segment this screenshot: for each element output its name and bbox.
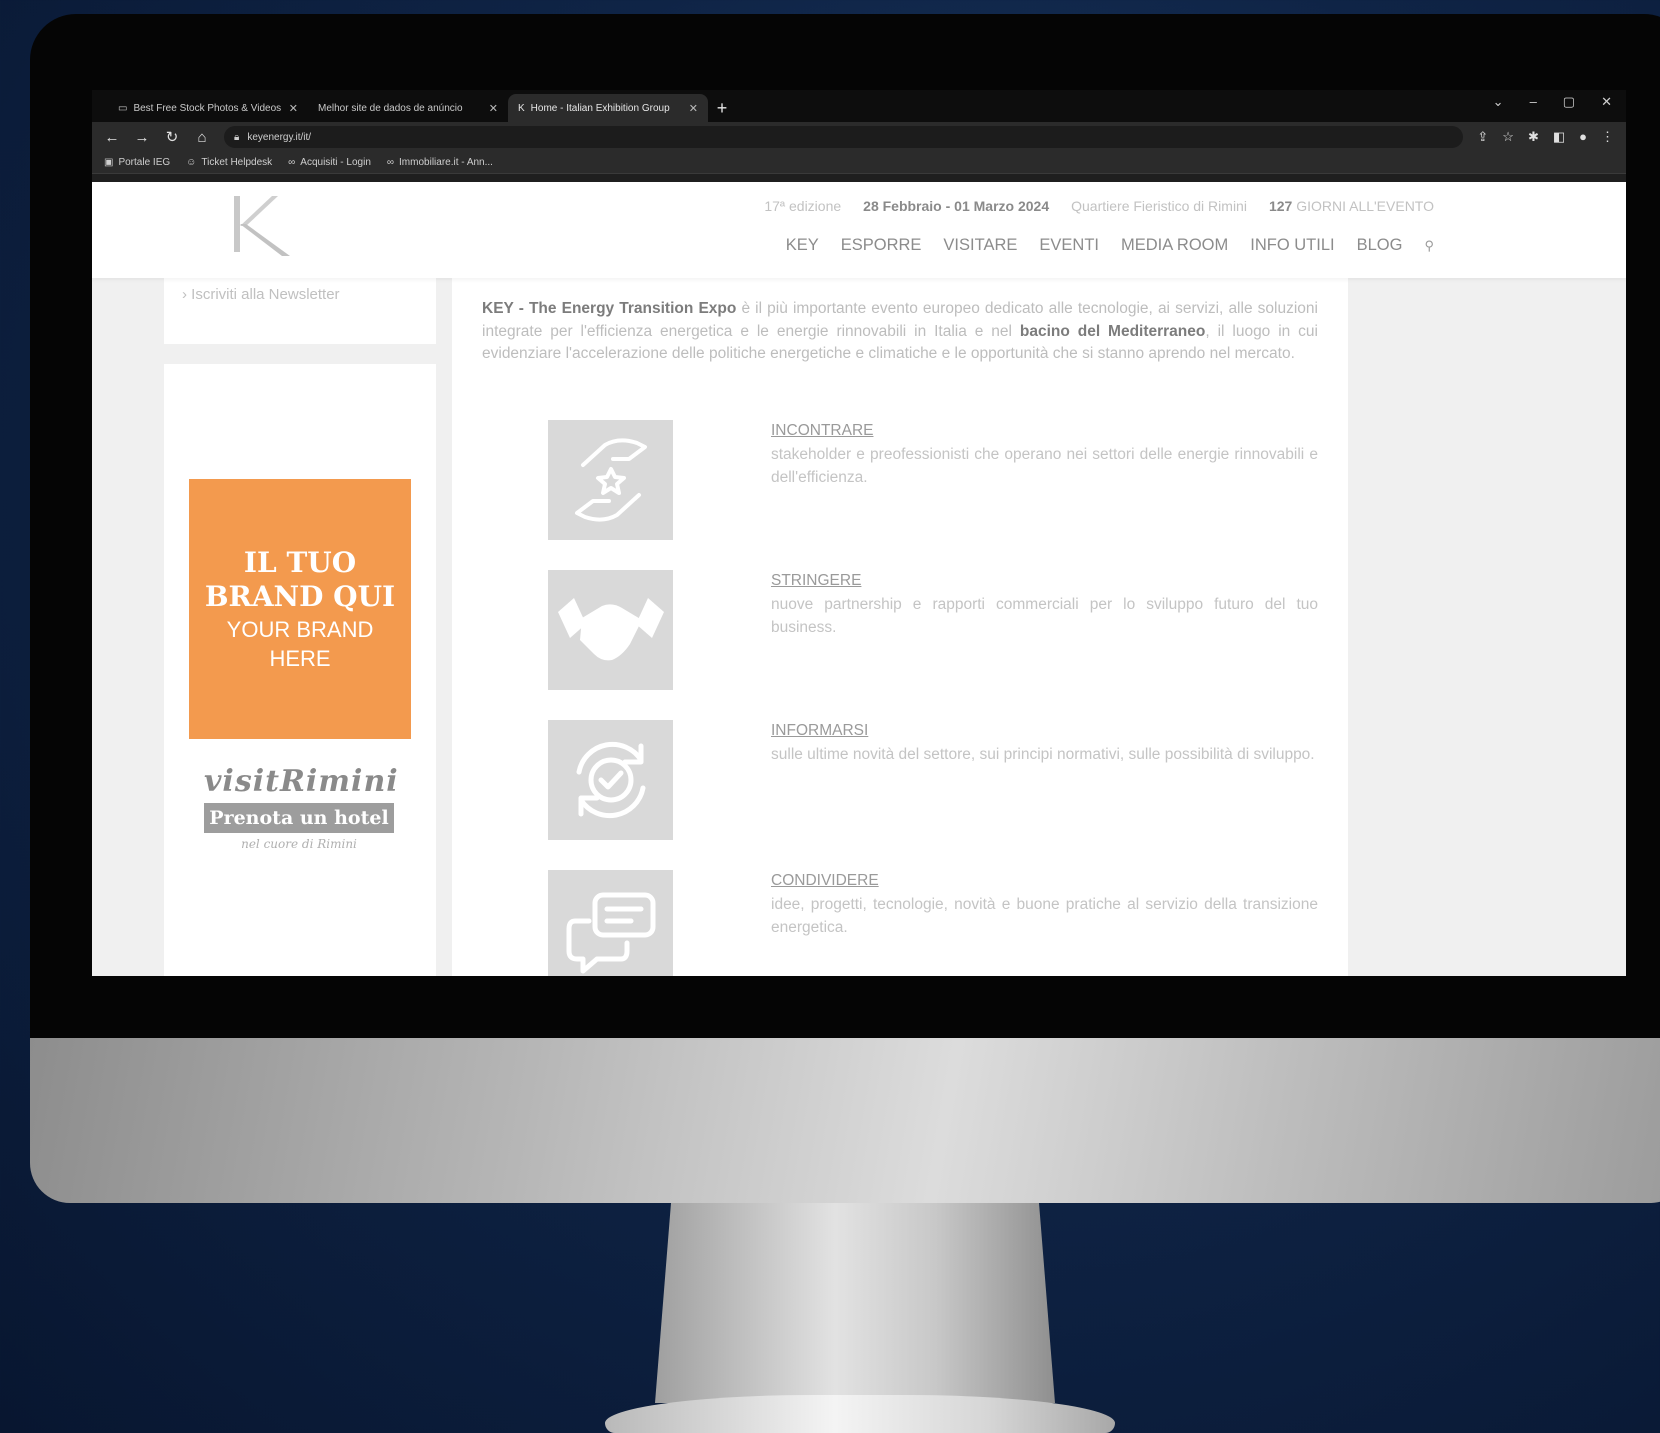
profile-icon[interactable]: ● [1579,129,1587,145]
event-info: 17ª edizione 28 Febbraio - 01 Marzo 2024… [764,198,1434,214]
browser-window: ▭ Best Free Stock Photos & Videos ✕ Melh… [92,90,1626,976]
event-venue: Quartiere Fieristico di Rimini [1071,198,1247,214]
refresh-check-icon [548,720,673,840]
key-logo-icon [234,196,290,256]
tab-bar: ▭ Best Free Stock Photos & Videos ✕ Melh… [92,90,1626,122]
lock-icon: 🔒︎ [234,131,240,143]
feature-incontrare: INCONTRARE stakeholder e preofessionisti… [482,420,1318,540]
window-controls: ⌄ – ▢ ✕ [1493,94,1612,110]
chat-bubbles-icon [548,870,673,976]
site-header: 17ª edizione 28 Febbraio - 01 Marzo 2024… [92,182,1626,278]
sidepanel-icon[interactable]: ◧ [1553,129,1565,145]
nav-media-room[interactable]: MEDIA ROOM [1121,236,1228,255]
monitor-stand [655,1203,1055,1403]
sidebar-newsletter: › Iscriviti alla Newsletter [164,278,436,344]
nav-blog[interactable]: BLOG [1357,236,1403,255]
visit-rimini-banner[interactable]: visitRimini Prenota un hotel nel cuore d… [204,764,399,851]
hands-star-icon [548,420,673,540]
book-hotel-button[interactable]: Prenota un hotel [204,803,394,833]
link-icon: ∞ [386,157,395,168]
feature-desc: sulle ultime novità del settore, sui pri… [771,746,1315,763]
tab-search-icon[interactable]: ⌄ [1493,94,1504,110]
forward-icon[interactable]: → [134,129,150,146]
link-icon: ∞ [288,157,296,168]
user-icon: ☺ [186,157,197,168]
monitor-stand-base [605,1395,1115,1433]
tab-pexels[interactable]: ▭ Best Free Stock Photos & Videos ✕ [108,94,308,122]
feature-desc: idee, progetti, tecnologie, novità e buo… [771,896,1318,936]
close-window-icon[interactable]: ✕ [1601,94,1612,110]
main-nav: KEY ESPORRE VISITARE EVENTI MEDIA ROOM I… [786,236,1434,255]
feature-stringere: STRINGERE nuove partnership e rapporti c… [482,570,1318,690]
feature-title[interactable]: CONDIVIDERE [771,872,879,890]
sidebar-ads: IL TUO BRAND QUI YOUR BRAND HERE visitRi… [164,364,436,976]
close-icon[interactable]: ✕ [689,102,698,115]
bookmark-acquisiti[interactable]: ∞ Acquisiti - Login [288,157,371,168]
address-bar[interactable]: 🔒︎ keyenergy.it/it/ [224,126,1464,148]
key-logo-icon: K [518,102,525,114]
edition: 17ª edizione [764,198,842,214]
visit-rimini-logo: visitRimini [204,764,399,799]
nav-visitare[interactable]: VISITARE [943,236,1017,255]
feature-informarsi: INFORMARSI sulle ultime novità del setto… [482,720,1318,840]
nav-esporre[interactable]: ESPORRE [841,236,922,255]
feature-title[interactable]: STRINGERE [771,572,861,590]
feature-title[interactable]: INFORMARSI [771,722,868,740]
close-icon[interactable]: ✕ [289,102,298,115]
feature-title[interactable]: INCONTRARE [771,422,873,440]
bookmark-immobiliare[interactable]: ∞ Immobiliare.it - Ann... [387,157,493,168]
page-viewport: 17ª edizione 28 Febbraio - 01 Marzo 2024… [92,182,1626,976]
minimize-icon[interactable]: – [1530,94,1537,110]
key-logo[interactable] [232,194,296,258]
main-content: KEY - The Energy Transition Expo è il pi… [452,278,1348,976]
search-icon[interactable]: ⚲ [1424,238,1434,254]
pexels-icon: ▭ [118,102,128,114]
tab-melhor[interactable]: Melhor site de dados de anúncio ✕ [308,94,508,122]
handshake-icon [548,570,673,690]
bookmark-ticket-helpdesk[interactable]: ☺ Ticket Helpdesk [186,157,272,168]
nav-key[interactable]: KEY [786,236,819,255]
reload-icon[interactable]: ↻ [164,128,180,146]
menu-icon[interactable]: ⋮ [1601,129,1614,145]
toolbar-actions: ⇪ ☆ ✱ ◧ ● ⋮ [1477,129,1614,145]
monitor-chin [30,1038,1660,1203]
newsletter-link[interactable]: › Iscriviti alla Newsletter [182,286,340,303]
brand-ad-banner[interactable]: IL TUO BRAND QUI YOUR BRAND HERE [189,479,411,739]
share-icon[interactable]: ⇪ [1477,129,1488,145]
visit-rimini-tagline: nel cuore di Rimini [241,837,357,851]
new-tab-button[interactable]: + [708,94,736,122]
intro-paragraph: KEY - The Energy Transition Expo è il pi… [482,300,1318,362]
close-icon[interactable]: ✕ [489,102,498,115]
nav-eventi[interactable]: EVENTI [1039,236,1099,255]
feature-condividere: CONDIVIDERE idee, progetti, tecnologie, … [482,870,1318,976]
maximize-icon[interactable]: ▢ [1563,94,1575,110]
event-dates: 28 Febbraio - 01 Marzo 2024 [863,198,1050,214]
extensions-icon[interactable]: ✱ [1528,129,1539,145]
bookmark-portale-ieg[interactable]: ▣ Portale IEG [104,157,170,168]
browser-toolbar: ← → ↻ ⌂ 🔒︎ keyenergy.it/it/ ⇪ ☆ ✱ ◧ ● ⋮ [92,122,1626,152]
star-icon[interactable]: ☆ [1502,129,1514,145]
bookmark-icon: ▣ [104,157,114,168]
home-icon[interactable]: ⌂ [194,129,210,146]
countdown: 127 GIORNI ALL'EVENTO [1268,198,1434,214]
url-text: keyenergy.it/it/ [247,131,312,143]
feature-desc: stakeholder e preofessionisti che operan… [771,446,1318,486]
back-icon[interactable]: ← [104,129,120,146]
bookmarks-bar: ▣ Portale IEG ☺ Ticket Helpdesk ∞ Acquis… [92,152,1626,174]
nav-info-utili[interactable]: INFO UTILI [1250,236,1334,255]
tab-home-ieg[interactable]: K Home - Italian Exhibition Group ✕ [508,94,708,122]
feature-desc: nuove partnership e rapporti commerciali… [771,596,1318,636]
